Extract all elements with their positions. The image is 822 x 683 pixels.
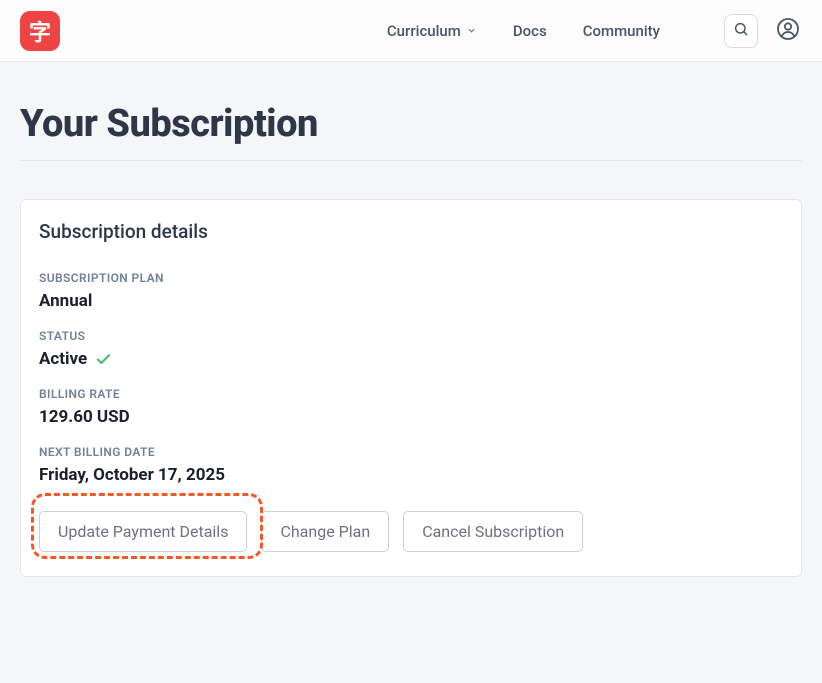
field-billing-rate: BILLING RATE 129.60 USD [39,387,783,427]
chevron-down-icon [466,25,477,36]
field-status: STATUS Active [39,329,783,369]
nav-docs-label: Docs [513,22,547,40]
user-icon [776,17,800,45]
header: 字 Curriculum Docs Community [0,0,822,62]
nav-docs[interactable]: Docs [513,22,547,40]
button-row: Update Payment Details Change Plan Cance… [39,511,783,552]
value-plan: Annual [39,291,783,311]
field-plan: SUBSCRIPTION PLAN Annual [39,271,783,311]
subscription-card: Subscription details SUBSCRIPTION PLAN A… [20,199,802,577]
label-status: STATUS [39,329,783,343]
nav-curriculum[interactable]: Curriculum [387,22,477,40]
header-controls [724,14,802,48]
field-next-billing: NEXT BILLING DATE Friday, October 17, 20… [39,445,783,485]
value-billing-rate: 129.60 USD [39,407,783,427]
update-payment-button[interactable]: Update Payment Details [39,511,247,552]
label-plan: SUBSCRIPTION PLAN [39,271,783,285]
nav-community-label: Community [583,22,660,40]
change-plan-button[interactable]: Change Plan [261,511,389,552]
value-next-billing: Friday, October 17, 2025 [39,465,783,485]
search-button[interactable] [724,14,758,48]
page-content: Your Subscription Subscription details S… [0,62,822,577]
card-title: Subscription details [39,220,783,243]
nav-curriculum-label: Curriculum [387,22,461,40]
check-icon [95,351,112,368]
search-icon [733,21,749,41]
profile-button[interactable] [774,17,802,45]
logo[interactable]: 字 [20,11,60,51]
page-title: Your Subscription [20,102,802,161]
label-billing-rate: BILLING RATE [39,387,783,401]
value-status: Active [39,349,783,369]
nav: Curriculum Docs Community [387,14,802,48]
value-status-text: Active [39,349,87,369]
nav-community[interactable]: Community [583,22,660,40]
cancel-subscription-button[interactable]: Cancel Subscription [403,511,583,552]
label-next-billing: NEXT BILLING DATE [39,445,783,459]
logo-char: 字 [29,15,51,47]
